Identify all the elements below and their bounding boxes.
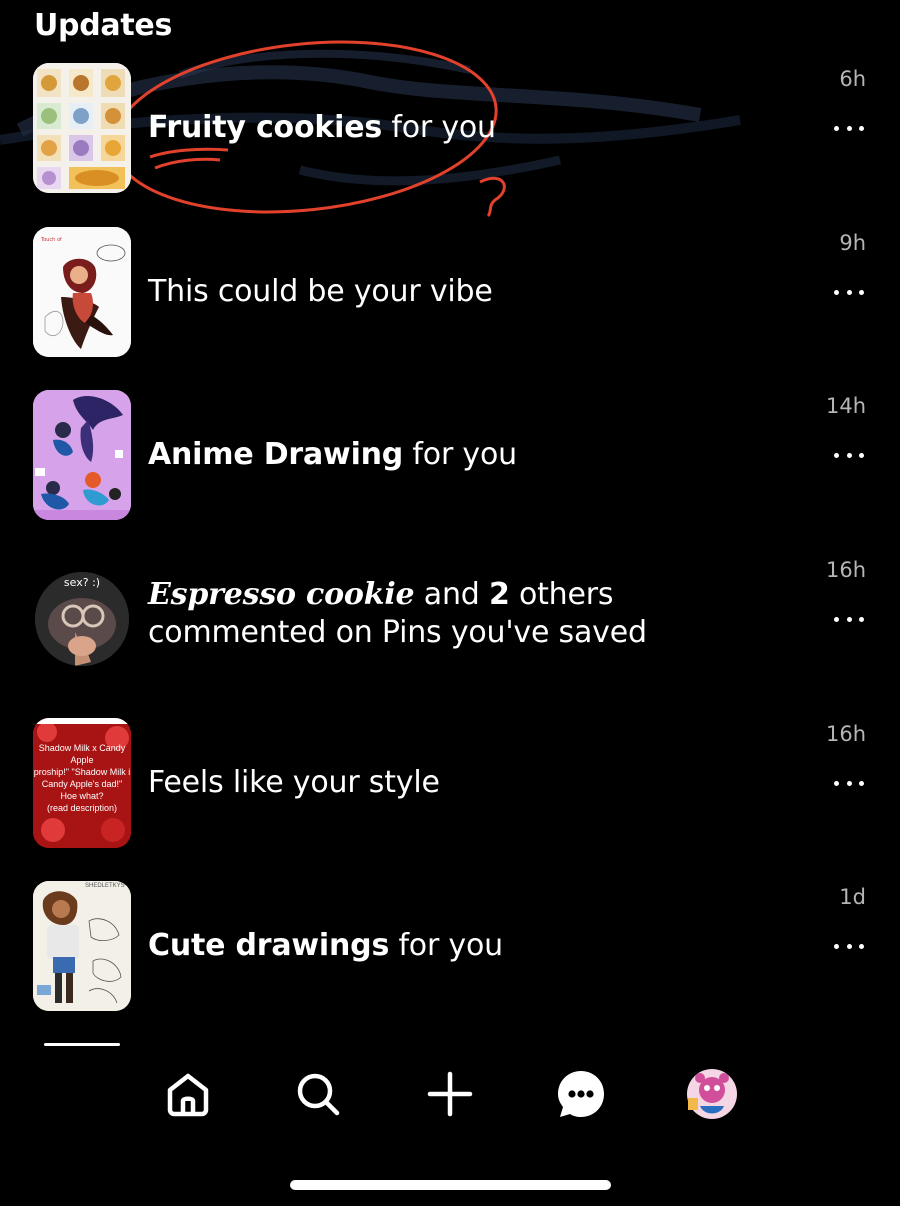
notification-text: This could be your vibe — [148, 274, 493, 309]
notification-text: Espresso cookie and 2 others commented o… — [148, 577, 647, 650]
more-options-icon[interactable] — [834, 609, 864, 629]
create-plus-icon[interactable] — [422, 1066, 478, 1122]
anime-drawing-thumbnail — [33, 390, 131, 520]
notification-row[interactable]: Fruity cookies for you 6h — [0, 63, 900, 195]
timestamp: 16h — [825, 722, 866, 746]
notification-text: Anime Drawing for you — [148, 437, 517, 472]
notification-row[interactable]: Shadow Milk x Candy Apple proship!" "Sha… — [0, 718, 900, 850]
avatar-caption: sex? :) — [63, 576, 101, 589]
more-options-icon[interactable] — [834, 936, 864, 956]
notification-text: Fruity cookies for you — [148, 110, 496, 145]
timestamp: 14h — [825, 394, 866, 418]
timestamp: 9h — [839, 231, 866, 255]
timestamp: 1d — [839, 885, 866, 909]
character-sketch-thumbnail: Touch of — [33, 227, 131, 357]
notification-row[interactable]: SHEDLETKYS Cute drawings for you 1d — [0, 881, 900, 1013]
svg-text:Touch of: Touch of — [40, 237, 62, 243]
thumbnail-caption: SHEDLETKYS — [85, 883, 125, 889]
home-indicator — [290, 1180, 611, 1190]
timestamp: 16h — [825, 558, 866, 582]
notification-text: Feels like your style — [148, 765, 440, 800]
profile-avatar[interactable] — [684, 1066, 740, 1122]
more-options-icon[interactable] — [834, 445, 864, 465]
cute-drawings-thumbnail: SHEDLETKYS — [33, 881, 131, 1011]
more-options-icon[interactable] — [834, 282, 864, 302]
messages-icon[interactable] — [553, 1066, 609, 1122]
bottom-nav — [0, 1050, 900, 1140]
search-icon[interactable] — [290, 1066, 346, 1122]
more-options-icon[interactable] — [834, 773, 864, 793]
next-item-peek — [44, 1043, 120, 1046]
notification-row[interactable]: Anime Drawing for you 14h — [0, 390, 900, 522]
page-title: Updates — [34, 8, 172, 43]
notification-row[interactable]: sex? :) Espresso cookie and 2 others com… — [0, 554, 900, 686]
thumbnail-caption: Shadow Milk x Candy Apple proship!" "Sha… — [33, 743, 131, 813]
timestamp: 6h — [839, 67, 866, 91]
notification-row[interactable]: Touch of This could be your vibe 9h — [0, 227, 900, 359]
shadow-milk-thumbnail: Shadow Milk x Candy Apple proship!" "Sha… — [33, 718, 131, 848]
avatar: sex? :) — [35, 572, 129, 666]
home-icon[interactable] — [160, 1066, 216, 1122]
cookie-grid-thumbnail — [33, 63, 131, 193]
more-options-icon[interactable] — [834, 118, 864, 138]
notification-text: Cute drawings for you — [148, 928, 503, 963]
